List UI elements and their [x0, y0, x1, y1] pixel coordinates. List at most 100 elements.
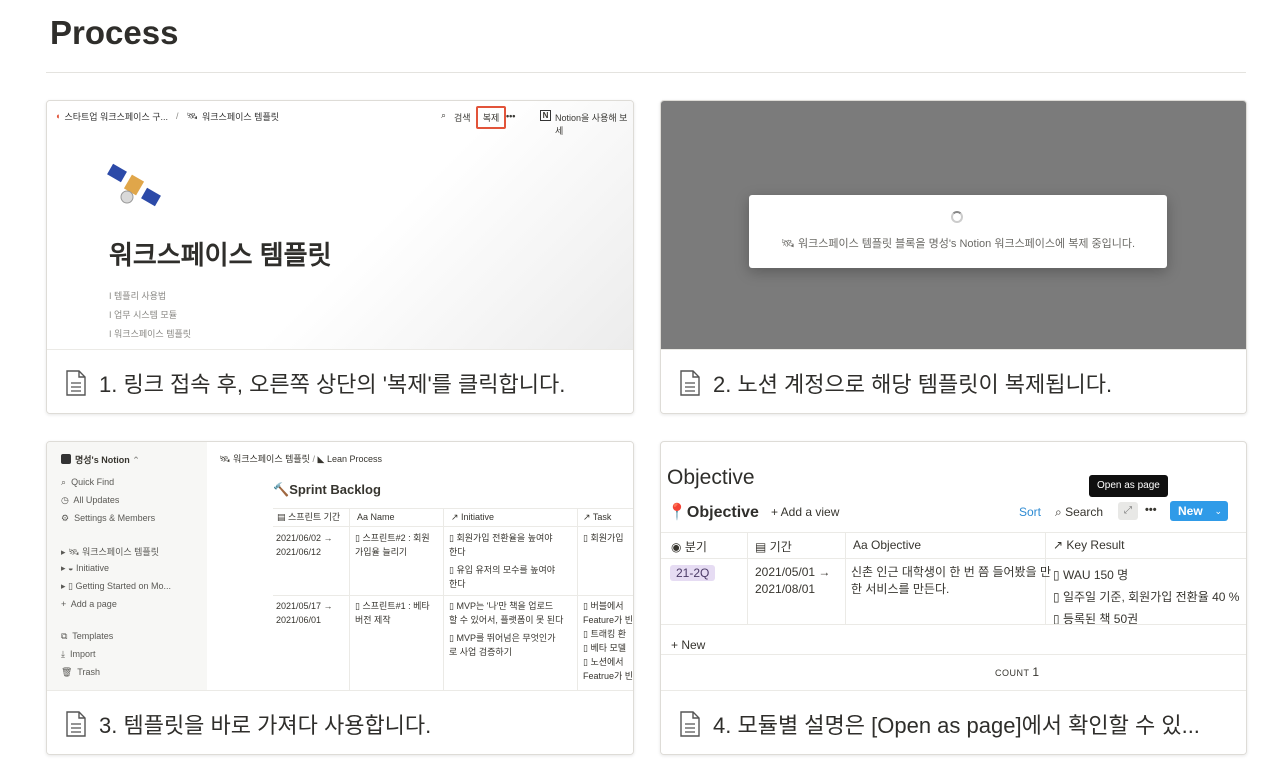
satellite-page-icon: [107, 163, 163, 211]
row2-initiative: ▯ MVP는 '나'만 책을 업로드 할 수 있어서, 플랫폼이 못 된다 ▯ MV…: [449, 601, 564, 657]
main-content: 🛰 워크스페이스 템플릿 / ◣ Lean Process 🔨Sprint Ba…: [207, 442, 633, 690]
sidebar-import: ⤓ Import: [61, 649, 96, 659]
db-title: 🔨Sprint Backlog: [273, 482, 381, 497]
col-header-name: Aa Name: [357, 512, 395, 522]
trash-icon: 🗑: [61, 667, 73, 677]
search-label: ⌕ Search: [1055, 505, 1104, 519]
count-label: COUNT 1: [995, 665, 1040, 679]
sidebar-page-3: ▸ ▯ Getting Started on Mo...: [61, 581, 172, 591]
sidebar-quick-find: ⌕ Quick Find: [61, 477, 115, 487]
gallery-card-2[interactable]: 🛰 워크스페이스 템플릿 블록을 명성's Notion 워크스페이스에 복제 …: [660, 100, 1247, 414]
col-header-objective: Aa Objective: [853, 538, 922, 552]
pin-icon: 📍: [667, 504, 687, 521]
import-icon: ⤓: [61, 649, 65, 659]
row1-name: ▯ 스프린트#2 : 회원 가입율 늘리기: [355, 533, 430, 557]
document-icon: [680, 710, 700, 737]
search-icon: ⌕: [1055, 505, 1062, 519]
row2-period: 2021/05/17 → 2021/06/01: [276, 601, 333, 625]
row2-name: ▯ 스프린트#1 : 베타 버전 제작: [355, 601, 430, 625]
row1-period: 2021/06/02 → 2021/06/12: [276, 533, 333, 557]
clock-icon: ◷: [61, 495, 69, 505]
card-1-title: 1. 링크 접속 후, 오른쪽 상단의 '복제'를 클릭합니다.: [99, 371, 566, 397]
expand-icon: ⤢: [1118, 502, 1138, 520]
card-2-caption: 2. 노션 계정으로 해당 템플릿이 복제됩니다.: [661, 349, 1246, 413]
duplicate-button: 복제: [476, 106, 506, 129]
col-header-period: ▤ 스프린트 기간: [277, 512, 341, 522]
new-button: New ⌄: [1170, 501, 1228, 521]
sidebar-page-1: ▸ 🛰 워크스페이스 템플릿: [61, 547, 159, 557]
page-link-3: I 워크스페이스 템플릿: [109, 329, 192, 339]
sidebar-trash: 🗑 Trash: [61, 667, 100, 677]
row1-initiative: ▯ 회원가입 전환율을 높여야 한다 ▯ 유입 유저의 모수를 높여야 한다: [449, 533, 556, 589]
title-divider: [46, 72, 1246, 73]
card-4-title: 4. 모듈별 설명은 [Open as page]에서 확인할 수 있...: [713, 712, 1200, 738]
loading-spinner-icon: [951, 211, 963, 223]
sidebar-page-2: ▸ ◒ Initiative: [61, 563, 110, 573]
document-icon: [66, 369, 86, 396]
row-key-results: ▯ WAU 150 명 ▯ 일주일 기준, 회원가입 전환율 40 % ▯ 등록된 …: [1053, 568, 1240, 626]
row-period: 2021/05/01 → 2021/08/01: [755, 565, 831, 596]
search-label: 검색: [454, 113, 471, 123]
workspace-icon: [61, 454, 71, 464]
sidebar: 명성's Notion ⌃ ⌕ Quick Find ◷ All Updates…: [47, 442, 207, 690]
document-icon: [66, 710, 86, 737]
sidebar-all-updates: ◷ All Updates: [61, 495, 120, 505]
card-3-caption: 3. 템플릿을 바로 가져다 사용합니다.: [47, 690, 633, 754]
chevron-down-icon: ⌄: [1214, 506, 1222, 516]
col-header-period: ▤ 기간: [755, 540, 792, 554]
row1-task: ▯ 회원가입: [583, 533, 624, 543]
page-link-1: I 템플리 사용법: [109, 291, 167, 301]
new-row: + New: [671, 638, 706, 652]
card-2-cover: 🛰 워크스페이스 템플릿 블록을 명성's Notion 워크스페이스에 복제 …: [661, 101, 1246, 349]
breadcrumb-sep: /: [176, 111, 179, 121]
row2-task: ▯ 버블에서 Feature가 빈 ▯ 트래킹 환 ▯ 베타 모델 ▯ 노션에서 Feat…: [583, 601, 633, 681]
page-title: Process: [50, 14, 179, 51]
more-icon: •••: [1145, 504, 1157, 516]
duplicating-message: 🛰 워크스페이스 템플릿 블록을 명성's Notion 워크스페이스에 복제 …: [780, 238, 1136, 250]
breadcrumb-2: 워크스페이스 템플릿: [201, 111, 280, 122]
templates-icon: ⧉: [61, 631, 68, 641]
col-header-task: ↗ Task: [583, 512, 612, 522]
row-objective: 신촌 인근 대학생이 한 번 쯤 들어봤을 만한 서비스를 만든다.: [851, 565, 1051, 596]
document-icon: [680, 369, 700, 396]
quarter-tag: 21-2Q: [670, 565, 716, 581]
workspace-switcher: 명성's Notion ⌃: [61, 453, 140, 466]
page-heading: Objective: [667, 466, 755, 489]
sidebar-templates: ⧉ Templates: [61, 631, 114, 641]
notion-try-link: Notion을 사용해 보세: [555, 113, 628, 136]
gallery-card-1[interactable]: ◖ 스타트업 워크스페이스 구... / 🛰 워크스페이스 템플릿 ⌕ 검색 복…: [46, 100, 634, 414]
card-1-caption: 1. 링크 접속 후, 오른쪽 상단의 '복제'를 클릭합니다.: [47, 349, 633, 413]
breadcrumb: 🛰 워크스페이스 템플릿 / ◣ Lean Process: [219, 454, 382, 464]
bowl-icon: ◒: [68, 563, 74, 573]
card-3-title: 3. 템플릿을 바로 가져다 사용합니다.: [99, 712, 432, 738]
sidebar-add-page: + Add a page: [61, 599, 117, 609]
add-view: + Add a view: [771, 505, 840, 519]
card-1-cover: ◖ 스타트업 워크스페이스 구... / 🛰 워크스페이스 템플릿 ⌕ 검색 복…: [47, 101, 633, 349]
card-4-cover: Objective Open as page 📍Objective + Add …: [661, 442, 1246, 690]
card-2-title: 2. 노션 계정으로 해당 템플릿이 복제됩니다.: [713, 371, 1113, 397]
gear-icon: ⚙: [61, 513, 70, 523]
card-4-caption: 4. 모듈별 설명은 [Open as page]에서 확인할 수 있...: [661, 690, 1246, 754]
lean-icon: ◣: [317, 454, 325, 464]
search-icon: ⌕: [61, 477, 67, 487]
search-icon: ⌕: [441, 110, 447, 120]
gallery-card-4[interactable]: Objective Open as page 📍Objective + Add …: [660, 441, 1247, 755]
col-header-keyresult: ↗ Key Result: [1053, 538, 1125, 552]
breadcrumb-1: 스타트업 워크스페이스 구...: [64, 111, 169, 122]
duplicating-modal: 🛰 워크스페이스 템플릿 블록을 명성's Notion 워크스페이스에 복제 …: [749, 195, 1167, 268]
card-3-cover: 명성's Notion ⌃ ⌕ Quick Find ◷ All Updates…: [47, 442, 633, 690]
col-header-initiative: ↗ Initiative: [451, 512, 495, 522]
more-icon: •••: [506, 111, 516, 121]
page-icon: ▯: [68, 581, 73, 591]
page-link-2: I 업무 시스템 모듈: [109, 310, 177, 320]
col-header-quarter: ◉ 분기: [671, 540, 707, 554]
db-title: 📍Objective: [667, 504, 759, 521]
satellite-icon: 🛰: [186, 110, 198, 121]
open-as-page-tooltip: Open as page: [1089, 475, 1168, 497]
plus-icon: +: [61, 599, 67, 609]
notion-icon: N: [540, 110, 551, 121]
gallery-card-3[interactable]: 명성's Notion ⌃ ⌕ Quick Find ◷ All Updates…: [46, 441, 634, 755]
sidebar-settings: ⚙ Settings & Members: [61, 513, 156, 523]
page-heading: 워크스페이스 템플릿: [109, 240, 332, 270]
sort-label: Sort: [1019, 505, 1042, 519]
